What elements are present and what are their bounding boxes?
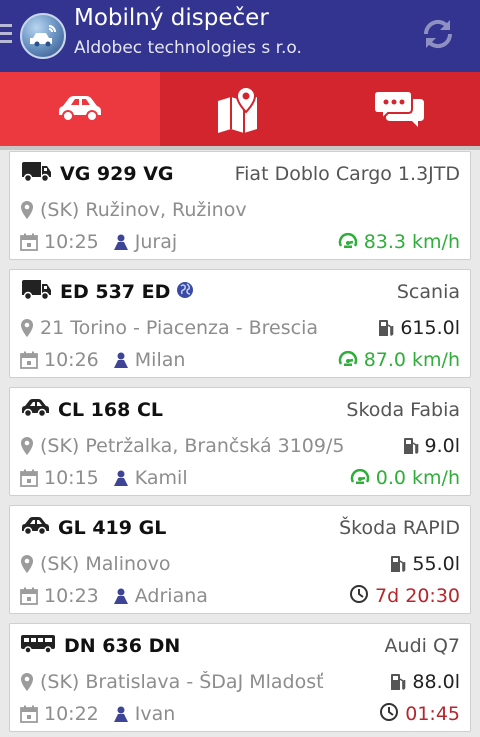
vehicle-card-4[interactable]: GL 419 GL Škoda RAPID (SK) Malinovo 55.0… xyxy=(9,505,471,614)
van-icon xyxy=(20,161,52,187)
driver-name: Juraj xyxy=(134,231,178,253)
refresh-icon[interactable] xyxy=(418,14,458,54)
clock-icon xyxy=(350,584,369,603)
car-icon xyxy=(20,398,50,422)
status-value: 83.3 km/h xyxy=(363,231,460,253)
fuel-value: 88.0l xyxy=(412,671,460,693)
tab-vehicles[interactable] xyxy=(0,72,160,146)
location-pin-icon xyxy=(21,437,33,455)
driver-name: Kamil xyxy=(134,467,188,489)
fuel-level: 615.0l xyxy=(378,317,460,339)
location-pin-icon xyxy=(21,673,33,691)
location-pin-icon xyxy=(21,555,33,573)
vehicle-plate: ED 537 ED xyxy=(60,281,171,303)
app-title: Mobilný dispečer xyxy=(74,5,269,31)
status-value: 7d 20:30 xyxy=(375,585,460,607)
fuel-value: 9.0l xyxy=(424,435,461,457)
status-value: 87.0 km/h xyxy=(363,349,460,371)
calendar-icon xyxy=(20,705,38,723)
bus-icon xyxy=(20,634,56,658)
vehicle-model: Fiat Doblo Cargo 1.3JTD xyxy=(234,163,460,185)
vehicle-card-3[interactable]: CL 168 CL Skoda Fabia (SK) Petržalka, Br… xyxy=(9,387,471,496)
fuel-level: 9.0l xyxy=(403,435,461,457)
location-pin-icon xyxy=(21,319,33,337)
status-indicator: 01:45 xyxy=(379,702,460,727)
app-logo-icon[interactable] xyxy=(20,13,66,59)
vehicle-address: (SK) Petržalka, Brančská 3109/5 xyxy=(40,435,345,457)
tab-map[interactable] xyxy=(160,72,320,146)
vehicle-address: (SK) Bratislava - ŠDaJ Mladosť xyxy=(40,671,324,693)
location-pin-icon xyxy=(21,201,33,219)
vehicle-plate: DN 636 DN xyxy=(64,635,181,657)
status-indicator: 7d 20:30 xyxy=(349,584,460,609)
last-update-time: 10:15 xyxy=(44,467,99,489)
van-icon xyxy=(20,279,52,305)
status-indicator: 87.0 km/h xyxy=(338,349,460,372)
calendar-icon xyxy=(20,469,38,487)
driver-icon xyxy=(113,234,128,250)
vehicle-model: Skoda Fabia xyxy=(346,399,460,421)
fuel-pump-icon xyxy=(379,320,394,336)
tab-messages[interactable] xyxy=(320,72,480,146)
speedometer-icon xyxy=(338,232,357,248)
fuel-level: 55.0l xyxy=(390,553,460,575)
calendar-icon xyxy=(20,587,38,605)
drawer-menu-icon[interactable] xyxy=(0,24,14,46)
status-indicator: 83.3 km/h xyxy=(338,231,460,254)
driver-icon xyxy=(113,352,128,368)
map-icon xyxy=(218,85,257,133)
speedometer-icon xyxy=(350,468,370,484)
vehicle-card-1[interactable]: VG 929 VG Fiat Doblo Cargo 1.3JTD (SK) R… xyxy=(9,151,471,260)
fuel-pump-icon xyxy=(391,674,406,690)
vehicle-card-2[interactable]: ED 537 ED Scania 21 Torino - Piacenza - … xyxy=(9,269,471,378)
tab-bar xyxy=(0,72,480,146)
calendar-icon xyxy=(20,233,38,251)
car-icon xyxy=(20,516,50,540)
speedometer-icon xyxy=(338,350,357,366)
status-value: 0.0 km/h xyxy=(375,467,460,489)
vehicle-model: Scania xyxy=(396,281,460,303)
vehicle-list: VG 929 VG Fiat Doblo Cargo 1.3JTD (SK) R… xyxy=(9,151,471,737)
status-indicator: 0.0 km/h xyxy=(350,467,460,490)
vehicle-address: 21 Torino - Piacenza - Brescia xyxy=(40,317,318,339)
driver-name: Adriana xyxy=(134,585,208,607)
driver-name: Ivan xyxy=(134,703,176,725)
app-subtitle: Aldobec technologies s r.o. xyxy=(74,38,302,58)
last-update-time: 10:26 xyxy=(44,349,99,371)
fuel-level: 88.0l xyxy=(390,671,460,693)
vehicle-plate: VG 929 VG xyxy=(60,163,174,185)
vehicle-address: (SK) Malinovo xyxy=(40,553,171,575)
globe-icon xyxy=(177,282,194,298)
last-update-time: 10:25 xyxy=(44,231,99,253)
vehicle-card-5[interactable]: DN 636 DN Audi Q7 (SK) Bratislava - ŠDaJ… xyxy=(9,623,471,732)
clock-icon xyxy=(380,702,399,721)
app-bar: Mobilný dispečer Aldobec technologies s … xyxy=(0,0,480,72)
last-update-time: 10:23 xyxy=(44,585,99,607)
vehicle-plate: CL 168 CL xyxy=(58,399,163,421)
messages-icon xyxy=(374,90,424,127)
fuel-value: 615.0l xyxy=(400,317,460,339)
fuel-pump-icon xyxy=(403,438,418,454)
driver-icon xyxy=(113,706,128,722)
vehicle-plate: GL 419 GL xyxy=(58,517,167,539)
driver-name: Milan xyxy=(134,349,186,371)
fuel-pump-icon xyxy=(391,556,406,572)
vehicle-model: Škoda RAPID xyxy=(339,517,460,539)
last-update-time: 10:22 xyxy=(44,703,99,725)
car-icon xyxy=(59,96,101,122)
vehicle-address: (SK) Ružinov, Ružinov xyxy=(40,199,247,221)
fuel-value: 55.0l xyxy=(412,553,460,575)
driver-icon xyxy=(113,470,128,486)
driver-icon xyxy=(113,588,128,604)
status-value: 01:45 xyxy=(405,703,460,725)
vehicle-model: Audi Q7 xyxy=(384,635,460,657)
calendar-icon xyxy=(20,351,38,369)
tab-divider xyxy=(0,146,480,150)
